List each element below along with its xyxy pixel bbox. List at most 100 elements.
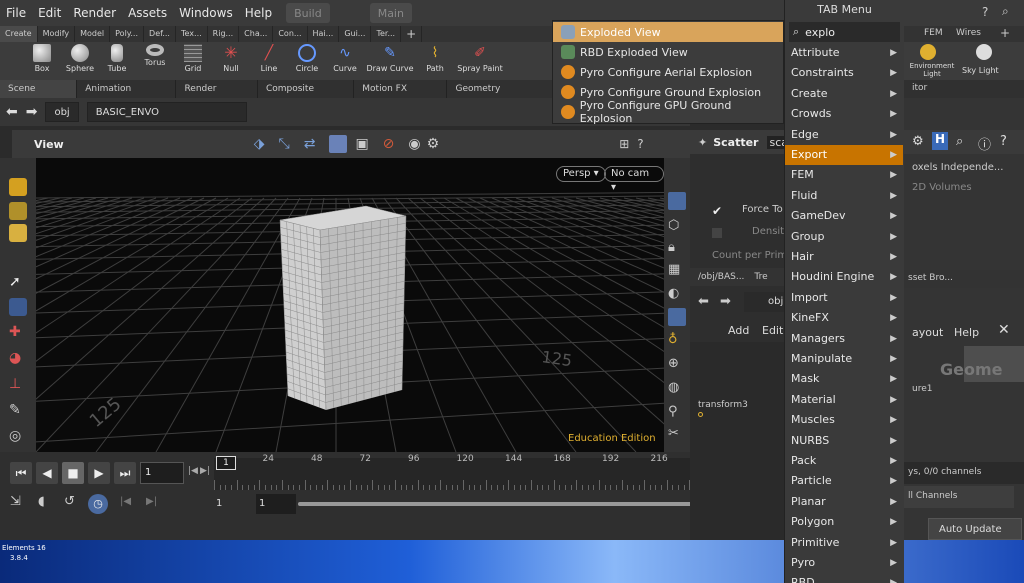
asset-browser-tab[interactable]: sset Bro...	[904, 270, 1024, 288]
menu-render[interactable]: Render	[67, 6, 122, 20]
shelf-tab-poly[interactable]: Poly...	[110, 26, 145, 42]
snap-icon[interactable]: ⊥	[9, 376, 27, 394]
channels-field[interactable]: ys, 0/0 channels	[904, 462, 1024, 484]
shelf-tab-modify[interactable]: Modify	[38, 26, 76, 42]
camera-menu[interactable]: No cam ▾	[604, 166, 664, 193]
tab-menu-item-planar[interactable]: Planar ▶	[785, 492, 903, 512]
stop-icon[interactable]: ■	[62, 462, 84, 484]
headlight-icon[interactable]: ⊕	[668, 356, 679, 371]
tool-spray-paint[interactable]: ✐ Spray Paint	[456, 44, 504, 73]
tab-menu-item-gamedev[interactable]: GameDev ▶	[785, 206, 903, 226]
tab-menu-item-manipulate[interactable]: Manipulate ▶	[785, 349, 903, 369]
shelf-tab-def[interactable]: Def...	[144, 26, 176, 42]
edit-menu[interactable]: Edit	[762, 324, 783, 337]
tab-menu-item-rbd[interactable]: RBD ▶	[785, 573, 903, 583]
key-prev-icon[interactable]: |◀	[120, 496, 131, 507]
desktop-shortcut-label[interactable]: Elements 16	[2, 544, 46, 552]
light-icon[interactable]	[668, 308, 686, 326]
frame-field[interactable]: 1	[140, 462, 184, 484]
tab-geometry-spreadsheet[interactable]: Geometry Spreadsheet	[447, 80, 560, 112]
range-slider[interactable]	[298, 502, 710, 506]
result-rbd-exploded-view[interactable]: RBD Exploded View	[553, 42, 783, 62]
camera-icon[interactable]	[329, 135, 348, 153]
editor-tab[interactable]: itor	[912, 83, 927, 93]
tab-motion-fx-view[interactable]: Motion FX View×	[354, 80, 448, 112]
shelf-tab-model[interactable]: Model	[75, 26, 111, 42]
tool-sphere[interactable]: Sphere	[60, 44, 100, 73]
tool-torus[interactable]: Torus	[135, 44, 175, 67]
shelf-tab-con[interactable]: Con...	[273, 26, 308, 42]
layout-menu[interactable]: ayout	[912, 326, 943, 339]
tool-grid[interactable]: Grid	[173, 44, 213, 73]
tab-menu-search[interactable]: ⌕ explo	[789, 22, 900, 42]
back-arrow-icon[interactable]: ⬅	[6, 104, 18, 120]
network-path-tab[interactable]: /obj/BAS...	[698, 272, 744, 282]
add-menu[interactable]: Add	[728, 324, 749, 337]
snapshot-icon[interactable]: ◉	[408, 136, 420, 152]
step-fwd-icon[interactable]: ▶|	[200, 466, 210, 476]
menu-file[interactable]: File	[0, 6, 32, 20]
tab-menu-item-fem[interactable]: FEM ▶	[785, 165, 903, 185]
shelf-tab-tex[interactable]: Tex...	[176, 26, 208, 42]
ghost-icon[interactable]: ◍	[668, 380, 679, 395]
jump-end-icon[interactable]: ⏭	[114, 462, 136, 484]
brush-icon[interactable]: ✎	[9, 402, 27, 420]
menu-windows[interactable]: Windows	[173, 6, 239, 20]
tab-menu-item-edge[interactable]: Edge ▶	[785, 125, 903, 145]
path-root[interactable]: obj	[45, 102, 79, 122]
tab-menu-search-value[interactable]: explo	[805, 26, 835, 39]
magnet-icon[interactable]: ◕	[9, 350, 27, 368]
node-transform3[interactable]: transform3	[698, 400, 748, 410]
tab-menu-item-particle[interactable]: Particle ▶	[785, 471, 903, 491]
tool-box[interactable]: Box	[22, 44, 62, 73]
help-menu[interactable]: Help	[954, 326, 979, 339]
tab-menu-item-attribute[interactable]: Attribute ▶	[785, 43, 903, 63]
force-total-check[interactable]: ✔	[712, 204, 722, 218]
net-obj[interactable]: obj	[744, 292, 784, 312]
play-icon[interactable]: ▶	[88, 462, 110, 484]
tool-circle[interactable]: Circle	[287, 44, 327, 73]
tab-composite-view[interactable]: Composite View×	[258, 80, 355, 112]
shelf-tab-ter[interactable]: Ter...	[371, 26, 402, 42]
clock-icon[interactable]: ◷	[88, 494, 108, 514]
magnify-icon[interactable]: ⌕	[956, 134, 963, 149]
tab-menu-item-muscles[interactable]: Muscles ▶	[785, 410, 903, 430]
tab-menu-item-managers[interactable]: Managers ▶	[785, 329, 903, 349]
pose-tool-icon[interactable]: ⤡	[279, 136, 290, 152]
forward-arrow-icon[interactable]: ➡	[26, 104, 38, 120]
select-prims-icon[interactable]	[9, 224, 27, 242]
audio-icon[interactable]: ◖	[38, 494, 58, 514]
realtime-icon[interactable]: ⇲	[10, 494, 30, 514]
path-node[interactable]: BASIC_ENVO	[86, 102, 247, 122]
tab-menu-item-houdini-engine[interactable]: Houdini Engine ▶	[785, 267, 903, 287]
search-icon[interactable]: ⌕	[1002, 4, 1009, 19]
shading-icon[interactable]	[668, 192, 686, 210]
play-reverse-icon[interactable]: ◀	[36, 462, 58, 484]
pin-icon[interactable]: ⊞	[619, 137, 629, 151]
hda-icon[interactable]: H	[932, 132, 948, 150]
context-selector[interactable]: Main	[369, 3, 412, 23]
shelf-tab-gui[interactable]: Gui...	[339, 26, 372, 42]
tab-menu-item-mask[interactable]: Mask ▶	[785, 369, 903, 389]
tab-menu-item-export[interactable]: Export ▶	[785, 145, 903, 165]
range-start-field[interactable]: 1	[256, 494, 296, 514]
help-icon[interactable]: ?	[982, 5, 988, 19]
net-back-icon[interactable]: ⬅	[698, 294, 709, 309]
key-next-icon[interactable]: ▶|	[146, 496, 157, 507]
wireframe-icon[interactable]: ⬡	[668, 218, 679, 233]
tab-menu-item-create[interactable]: Create ▶	[785, 84, 903, 104]
tab-menu-item-kinefx[interactable]: KineFX ▶	[785, 308, 903, 328]
lock-icon[interactable]	[9, 298, 27, 316]
loop-icon[interactable]: ↺	[64, 494, 84, 514]
menu-assets[interactable]: Assets	[122, 6, 173, 20]
tab-menu-item-material[interactable]: Material ▶	[785, 390, 903, 410]
add-shelf-icon[interactable]: +	[1000, 26, 1010, 40]
gear-icon[interactable]: ⚙	[427, 136, 440, 152]
tab-menu-item-crowds[interactable]: Crowds ▶	[785, 104, 903, 124]
tab-menu-item-nurbs[interactable]: NURBS ▶	[785, 431, 903, 451]
viewport-3d[interactable]: 125 125 Education Edition Persp ▾ No cam…	[36, 158, 664, 452]
snapshot-tool-icon[interactable]: ✂	[668, 426, 679, 441]
all-channels-dropdown[interactable]: ll Channels	[904, 486, 1014, 508]
shelf-add-icon[interactable]: +	[401, 26, 423, 42]
visibility-icon[interactable]: ⚲	[668, 404, 678, 419]
